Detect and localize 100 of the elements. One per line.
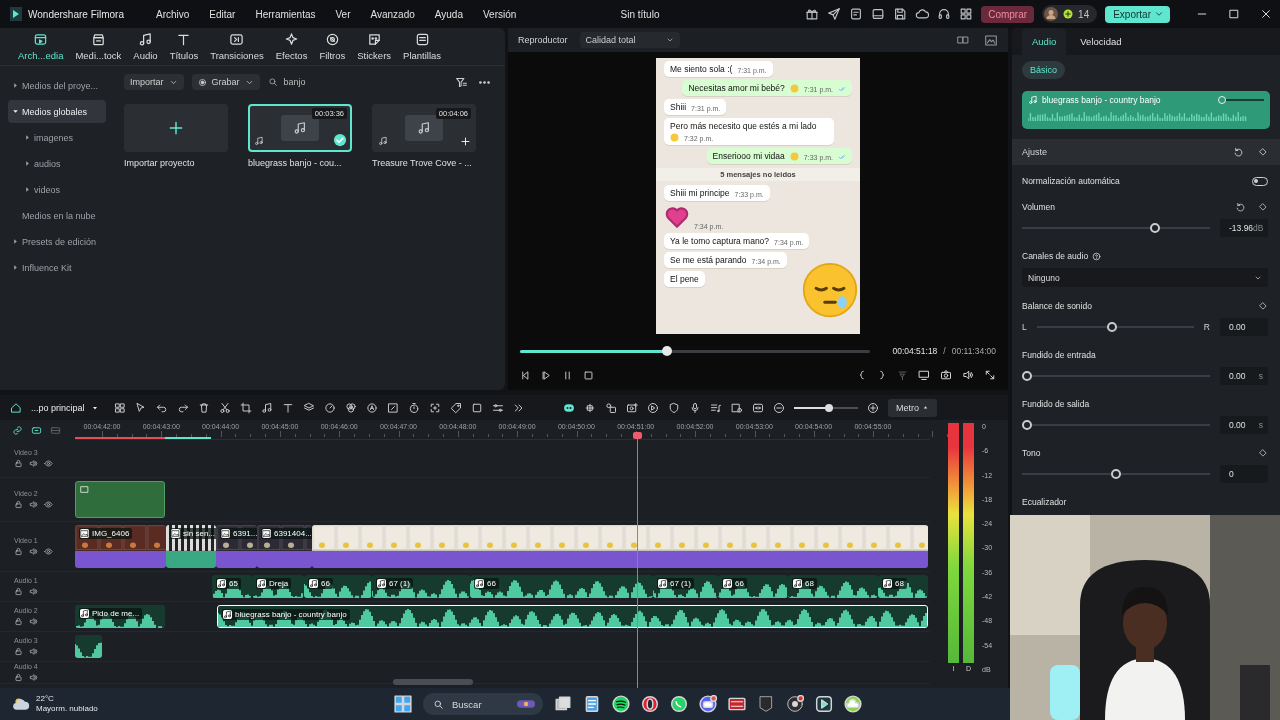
- shield-icon[interactable]: [668, 401, 680, 414]
- gift-icon[interactable]: [805, 7, 820, 21]
- lock-icon[interactable]: [14, 673, 23, 682]
- preview-icon[interactable]: [731, 401, 743, 414]
- send-icon[interactable]: [827, 7, 842, 21]
- slider-thumb[interactable]: [1022, 371, 1032, 381]
- lock-icon[interactable]: [14, 459, 23, 468]
- layers-icon[interactable]: [302, 401, 315, 414]
- speaker-icon[interactable]: [29, 647, 38, 656]
- crop-icon[interactable]: [239, 401, 252, 414]
- import-dropdown[interactable]: Importar: [124, 74, 184, 90]
- clip-volume-thumb[interactable]: [1218, 95, 1226, 104]
- reset-icon[interactable]: [1235, 201, 1246, 213]
- timer-icon[interactable]: [407, 401, 420, 414]
- audio-clip[interactable]: bluegrass banjo - country banjo: [217, 605, 928, 628]
- snap-icon[interactable]: [584, 401, 596, 414]
- menu-item[interactable]: Herramientas: [247, 8, 324, 20]
- clip-link-icon[interactable]: [605, 401, 617, 414]
- speaker-icon[interactable]: [29, 459, 38, 468]
- color-icon[interactable]: [344, 401, 357, 414]
- expand-arrow-icon[interactable]: [12, 82, 19, 89]
- split-view-icon[interactable]: [956, 33, 970, 46]
- slider-thumb[interactable]: [1111, 469, 1121, 479]
- record-dropdown[interactable]: Grabar: [191, 74, 260, 90]
- zoom-in-icon[interactable]: [867, 401, 879, 414]
- audio-clip[interactable]: Pido de me...: [75, 605, 165, 628]
- media-tab[interactable]: Transiciones: [204, 32, 270, 65]
- zoom-slider[interactable]: [794, 406, 858, 409]
- meter-button[interactable]: Metro: [888, 398, 937, 417]
- sidebar-item[interactable]: videos: [8, 178, 106, 201]
- zoom-out-icon[interactable]: [773, 401, 785, 414]
- adjust-icon[interactable]: [491, 401, 504, 414]
- expand-arrow-icon[interactable]: [24, 160, 31, 167]
- audio-clip[interactable]: 66: [470, 575, 653, 598]
- play-icon[interactable]: [541, 369, 552, 381]
- pause-icon[interactable]: [562, 369, 573, 381]
- focus-icon[interactable]: [428, 401, 441, 414]
- track-layout-icon[interactable]: [50, 424, 61, 436]
- fit-icon[interactable]: [752, 401, 764, 414]
- video-clip[interactable]: sin sen...: [166, 525, 216, 568]
- cloud-app-icon[interactable]: [844, 695, 862, 713]
- sidebar-item[interactable]: imagenes: [8, 126, 106, 149]
- expand-arrow-icon[interactable]: [12, 238, 19, 245]
- lock-icon[interactable]: [14, 617, 23, 626]
- volume-icon[interactable]: [962, 369, 974, 381]
- keyframe-icon[interactable]: [1258, 147, 1268, 157]
- keyframe-icon[interactable]: [1258, 202, 1268, 212]
- slider-thumb[interactable]: [1150, 223, 1161, 233]
- value-field[interactable]: -13.96dB: [1220, 219, 1268, 237]
- scrollbar-thumb[interactable]: [393, 679, 473, 685]
- mode-chip[interactable]: Básico: [1022, 61, 1065, 79]
- home-icon[interactable]: [10, 401, 22, 414]
- undo-icon[interactable]: [155, 401, 168, 414]
- menu-item[interactable]: Versión: [475, 8, 525, 20]
- media-tab[interactable]: Stickers: [351, 32, 398, 65]
- speaker-icon[interactable]: [29, 587, 38, 596]
- camera-icon[interactable]: [940, 369, 952, 381]
- menu-item[interactable]: Archivo: [147, 8, 198, 20]
- track-link-icon[interactable]: [31, 424, 42, 436]
- notepad-icon[interactable]: [583, 695, 601, 713]
- import-tile[interactable]: [124, 104, 228, 152]
- plus-icon[interactable]: [460, 136, 471, 147]
- filter-icon[interactable]: [455, 75, 468, 89]
- play-circle-icon[interactable]: [647, 401, 659, 414]
- eye-icon[interactable]: [44, 500, 53, 509]
- lock-icon[interactable]: [14, 587, 23, 596]
- layout-icon[interactable]: [871, 7, 886, 21]
- progress-handle[interactable]: [662, 345, 672, 356]
- speaker-icon[interactable]: [29, 673, 38, 682]
- audio-clip[interactable]: 68: [878, 575, 928, 598]
- menu-item[interactable]: Ayuda: [426, 8, 471, 20]
- video-clip[interactable]: IMG_6406: [75, 525, 166, 568]
- fullscreen-icon[interactable]: [984, 369, 996, 381]
- speaker-icon[interactable]: [29, 500, 38, 509]
- document-icon[interactable]: [849, 7, 864, 21]
- mic-icon[interactable]: [689, 401, 701, 414]
- help-icon[interactable]: [1092, 251, 1102, 261]
- start-icon[interactable]: [394, 695, 412, 713]
- redo-icon[interactable]: [176, 401, 189, 414]
- monitor-icon[interactable]: [918, 369, 930, 381]
- sidebar-item[interactable]: Influence Kit: [8, 256, 106, 279]
- scissors-icon[interactable]: [218, 401, 231, 414]
- play-app-icon[interactable]: [815, 695, 833, 713]
- audio-clip[interactable]: 66: [304, 575, 372, 598]
- channel-dropdown[interactable]: Ninguno: [1022, 268, 1268, 287]
- step-back-icon[interactable]: [520, 369, 531, 381]
- more-icon[interactable]: [512, 401, 525, 414]
- sidebar-item[interactable]: Medios en la nube: [8, 204, 106, 227]
- grid-icon[interactable]: [959, 7, 974, 21]
- media-tab[interactable]: Efectos: [269, 32, 314, 65]
- expand-arrow-icon[interactable]: [12, 108, 19, 115]
- media-tab[interactable]: Audio: [127, 32, 164, 65]
- mark-in-icon[interactable]: [857, 369, 867, 381]
- panel-tab[interactable]: Audio: [1022, 28, 1067, 55]
- stop-icon[interactable]: [583, 369, 594, 381]
- audio-clip[interactable]: 67 (1): [372, 575, 470, 598]
- media-tab[interactable]: Arch...edia: [12, 32, 70, 65]
- menu-item[interactable]: Avanzado: [362, 8, 423, 20]
- headset-icon[interactable]: [937, 7, 952, 21]
- lock-icon[interactable]: [14, 647, 23, 656]
